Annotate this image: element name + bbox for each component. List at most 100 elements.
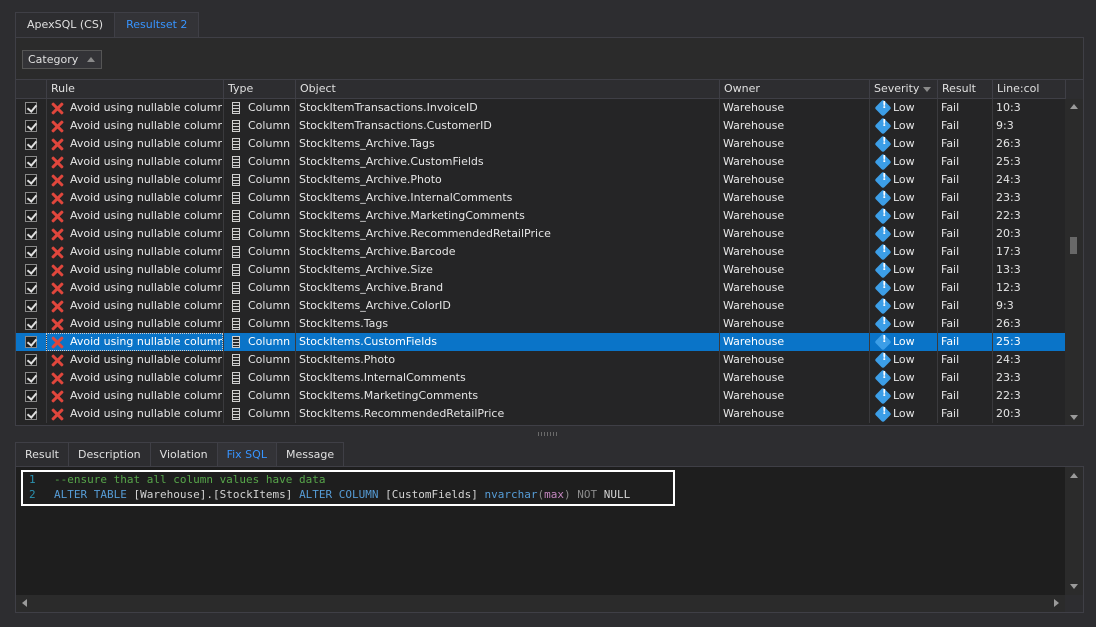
table-row[interactable]: Avoid using nullable columns Column StockI… (16, 351, 1065, 369)
row-checkbox[interactable] (25, 300, 37, 312)
table-row[interactable]: Avoid using nullable columns Column StockI… (16, 279, 1065, 297)
detail-tabs: Result Description Violation Fix SQL Message (15, 442, 345, 466)
fix-sql-editor[interactable]: 1 --ensure that all column values have da… (15, 466, 1084, 613)
header-object[interactable]: Object (295, 80, 719, 99)
tab-resultset-0[interactable]: ApexSQL (CS) (15, 12, 116, 37)
row-checkbox[interactable] (25, 318, 37, 330)
row-checkbox[interactable] (25, 192, 37, 204)
table-row[interactable]: Avoid using nullable columns Column StockI… (16, 117, 1065, 135)
row-checkbox[interactable] (25, 156, 37, 168)
object-cell: StockItems_Archive.RecommendedRetailPric… (299, 227, 551, 240)
header-result[interactable]: Result (937, 80, 992, 99)
column-divider (992, 207, 993, 225)
header-type[interactable]: Type (223, 80, 295, 99)
code-area[interactable]: 1 --ensure that all column values have da… (16, 467, 1065, 595)
scroll-down-icon[interactable] (1070, 584, 1078, 589)
table-row[interactable]: Avoid using nullable columns Column StockI… (16, 333, 1065, 351)
tab-message[interactable]: Message (275, 442, 345, 466)
column-divider (719, 351, 720, 369)
scroll-left-icon[interactable] (22, 599, 27, 607)
table-row[interactable]: Avoid using nullable columns Column StockI… (16, 153, 1065, 171)
severity-cell: Low (893, 173, 915, 186)
column-divider (46, 189, 47, 207)
table-row[interactable]: Avoid using nullable columns Column StockI… (16, 405, 1065, 423)
code-line[interactable]: 1 --ensure that all column values have da… (16, 472, 1056, 487)
table-row[interactable]: Avoid using nullable columns Column StockI… (16, 369, 1065, 387)
column-divider (295, 225, 296, 243)
table-row[interactable]: Avoid using nullable columns Column StockI… (16, 387, 1065, 405)
header-rule[interactable]: Rule (46, 80, 223, 99)
scroll-up-icon[interactable] (1070, 473, 1078, 478)
column-divider (719, 297, 720, 315)
tab-fix-sql[interactable]: Fix SQL (216, 442, 277, 466)
error-x-icon (51, 120, 64, 133)
table-row[interactable]: Avoid using nullable columns Column StockI… (16, 207, 1065, 225)
error-x-icon (51, 300, 64, 313)
code-line[interactable]: 2 ALTER TABLE [Warehouse].[StockItems] AL… (16, 487, 1056, 502)
sort-up-icon[interactable] (87, 57, 95, 62)
row-checkbox[interactable] (25, 174, 37, 186)
column-divider (46, 405, 47, 423)
row-checkbox[interactable] (25, 102, 37, 114)
row-checkbox[interactable] (25, 390, 37, 402)
scroll-right-icon[interactable] (1054, 599, 1059, 607)
column-divider (992, 333, 993, 351)
resultset-tabs: ApexSQL (CS) Resultset 2 (15, 12, 200, 37)
header-severity[interactable]: Severity (869, 80, 937, 99)
table-row[interactable]: Avoid using nullable columns Column StockI… (16, 243, 1065, 261)
tab-violation[interactable]: Violation (149, 442, 218, 466)
row-checkbox[interactable] (25, 138, 37, 150)
editor-vertical-scrollbar[interactable] (1065, 467, 1083, 595)
table-row[interactable]: Avoid using nullable columns Column StockI… (16, 135, 1065, 153)
column-divider (719, 171, 720, 189)
table-row[interactable]: Avoid using nullable columns Column StockI… (16, 225, 1065, 243)
sort-down-icon[interactable] (923, 87, 931, 92)
header-linecol[interactable]: Line:col (992, 80, 1065, 99)
editor-horizontal-scrollbar[interactable] (16, 595, 1065, 612)
row-checkbox[interactable] (25, 120, 37, 132)
table-row[interactable]: Avoid using nullable columns Column StockI… (16, 297, 1065, 315)
table-row[interactable]: Avoid using nullable columns Column StockI… (16, 315, 1065, 333)
scroll-down-icon[interactable] (1070, 415, 1078, 420)
row-checkbox[interactable] (25, 336, 37, 348)
tab-description[interactable]: Description (68, 442, 151, 466)
column-divider (46, 297, 47, 315)
row-checkbox[interactable] (25, 372, 37, 384)
group-by-category-chip[interactable]: Category (22, 50, 102, 69)
result-cell: Fail (941, 281, 960, 294)
scroll-up-icon[interactable] (1070, 104, 1078, 109)
info-diamond-icon (874, 135, 892, 153)
row-checkbox[interactable] (25, 408, 37, 420)
severity-cell: Low (893, 245, 915, 258)
header-check[interactable] (16, 80, 46, 99)
object-cell: StockItems_Archive.InternalComments (299, 191, 513, 204)
row-checkbox[interactable] (25, 210, 37, 222)
row-checkbox[interactable] (25, 354, 37, 366)
table-row[interactable]: Avoid using nullable columns Column StockI… (16, 189, 1065, 207)
results-grid: Avoid using nullable columns Column StockI… (16, 99, 1065, 425)
row-checkbox[interactable] (25, 246, 37, 258)
linecol-cell: 12:3 (996, 281, 1021, 294)
result-cell: Fail (941, 299, 960, 312)
row-checkbox[interactable] (25, 228, 37, 240)
panel-splitter-grip[interactable] (538, 432, 558, 436)
column-divider (223, 135, 224, 153)
table-row[interactable]: Avoid using nullable columns Column StockI… (16, 99, 1065, 117)
result-cell: Fail (941, 371, 960, 384)
tab-resultset-1[interactable]: Resultset 2 (114, 12, 200, 37)
column-icon (232, 102, 240, 114)
tab-result[interactable]: Result (15, 442, 69, 466)
header-owner[interactable]: Owner (719, 80, 869, 99)
grid-vertical-scrollbar[interactable] (1065, 99, 1083, 425)
row-checkbox[interactable] (25, 282, 37, 294)
column-divider (937, 99, 938, 117)
scroll-thumb[interactable] (1070, 237, 1077, 254)
linecol-cell: 24:3 (996, 173, 1021, 186)
row-checkbox[interactable] (25, 264, 37, 276)
object-cell: StockItemTransactions.CustomerID (299, 119, 492, 132)
rule-cell: Avoid using nullable columns (70, 173, 222, 186)
table-row[interactable]: Avoid using nullable columns Column StockI… (16, 261, 1065, 279)
type-cell: Column (248, 335, 291, 348)
table-row[interactable]: Avoid using nullable columns Column StockI… (16, 171, 1065, 189)
info-diamond-icon (874, 99, 892, 117)
